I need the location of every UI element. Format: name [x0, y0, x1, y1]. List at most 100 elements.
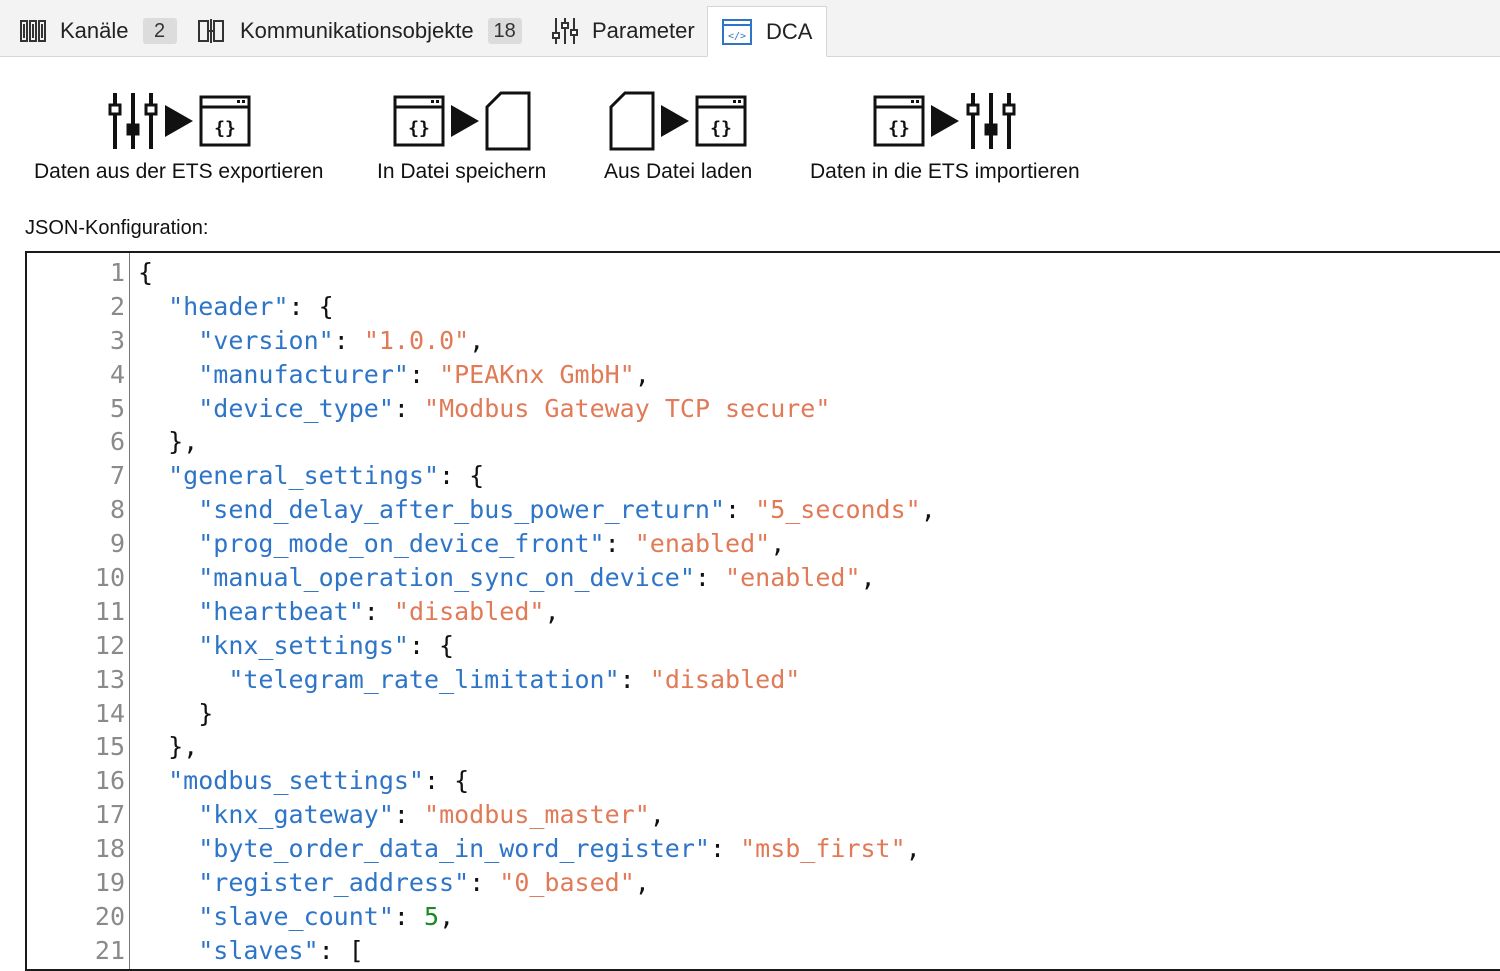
tab-label: DCA: [766, 18, 813, 44]
code-line: 20 "slave_count": 5,: [27, 900, 1500, 934]
sliders-icon: [552, 18, 578, 44]
communication-objects-icon: [198, 19, 224, 43]
svg-text:</>: </>: [728, 31, 746, 42]
code-line: 8 "send_delay_after_bus_power_return": "…: [27, 493, 1500, 527]
code-line: 14 }: [27, 697, 1500, 731]
export-from-ets-button[interactable]: {} Daten aus der ETS exportieren: [34, 88, 324, 184]
sliders-icon: [966, 93, 1016, 149]
line-number: 2: [109, 291, 125, 321]
toolbar-label: Daten in die ETS importieren: [810, 160, 1080, 183]
code-text: "telegram_rate_limitation": "disabled": [228, 664, 801, 694]
code-line: 3 "version": "1.0.0",: [27, 324, 1500, 358]
line-number: 11: [94, 596, 125, 626]
code-text: "general_settings": {: [168, 461, 485, 491]
code-text: },: [138, 732, 199, 762]
code-text: "knx_gateway": "modbus_master",: [198, 800, 665, 830]
line-number: 5: [109, 393, 125, 423]
play-arrow-icon: [450, 105, 479, 137]
code-line: 21 "slaves": [: [27, 934, 1500, 968]
play-arrow-icon: [661, 105, 690, 137]
code-line: 19 "register_address": "0_based",: [27, 866, 1500, 900]
toolbar-label: Daten aus der ETS exportieren: [34, 160, 324, 183]
tab-bar: Kanäle 2 Kommunikationsobjekte 18 Parame…: [0, 0, 1500, 57]
code-text: }: [138, 698, 214, 728]
count-badge: 18: [487, 18, 522, 44]
code-text: "slaves": [: [198, 935, 364, 965]
line-number: 21: [94, 935, 125, 965]
code-window-icon: {}: [393, 95, 445, 147]
code-text: },: [138, 427, 199, 457]
code-window-icon: </>: [722, 18, 752, 45]
line-number: 17: [94, 800, 125, 830]
tab-kanaele[interactable]: Kanäle 2: [20, 6, 177, 56]
tab-parameter[interactable]: Parameter: [552, 6, 695, 56]
load-from-file-button[interactable]: {} Aus Datei laden: [604, 88, 752, 184]
code-line: 18 "byte_order_data_in_word_register": "…: [27, 832, 1500, 866]
json-editor[interactable]: 1{2 "header": {3 "version": "1.0.0", 4 "m…: [25, 251, 1500, 971]
line-number: 4: [109, 359, 125, 389]
json-config-label: JSON-Konfiguration:: [25, 217, 209, 239]
code-line: 13 "telegram_rate_limitation": "disabled…: [27, 663, 1500, 697]
code-line: 10 "manual_operation_sync_on_device": "e…: [27, 561, 1500, 595]
svg-text:{}: {}: [408, 118, 430, 139]
code-text: "manual_operation_sync_on_device": "enab…: [198, 563, 876, 593]
channels-icon: [20, 20, 46, 42]
code-line: 4 "manufacturer": "PEAKnx GmbH",: [27, 358, 1500, 392]
code-line: 15 },: [27, 730, 1500, 764]
code-text: "heartbeat": "disabled",: [198, 596, 560, 626]
code-area[interactable]: 1{2 "header": {3 "version": "1.0.0", 4 "m…: [27, 256, 1500, 968]
play-arrow-icon: [164, 105, 193, 137]
line-number: 7: [109, 461, 125, 491]
line-number: 14: [94, 698, 125, 728]
code-text: "prog_mode_on_device_front": "enabled",: [198, 529, 786, 559]
line-number: 10: [94, 563, 125, 593]
code-line: 11 "heartbeat": "disabled",: [27, 595, 1500, 629]
line-number: 16: [94, 766, 125, 796]
tab-label: Kanäle: [60, 18, 129, 43]
import-into-ets-button[interactable]: {} Daten in die ETS importieren: [810, 88, 1080, 184]
save-to-file-button[interactable]: {} In Datei speichern: [377, 88, 546, 184]
svg-text:{}: {}: [710, 118, 732, 139]
code-text: "byte_order_data_in_word_register": "msb…: [198, 834, 921, 864]
toolbar-label: Aus Datei laden: [604, 160, 753, 183]
tab-label: Kommunikationsobjekte: [240, 18, 474, 43]
sliders-icon: [108, 93, 158, 149]
code-line: 16 "modbus_settings": {: [27, 764, 1500, 798]
code-text: "manufacturer": "PEAKnx GmbH",: [198, 359, 650, 389]
code-line: 6 },: [27, 425, 1500, 459]
code-text: "register_address": "0_based",: [198, 868, 650, 898]
code-line: 7 "general_settings": {: [27, 459, 1500, 493]
count-badge: 2: [142, 18, 177, 44]
code-text: "device_type": "Modbus Gateway TCP secur…: [198, 393, 831, 423]
svg-text:{}: {}: [888, 118, 910, 139]
file-icon: [609, 91, 655, 151]
code-text: "header": {: [168, 291, 334, 321]
code-text: "slave_count": 5,: [198, 901, 455, 931]
toolbar-label: In Datei speichern: [377, 160, 547, 183]
line-number: 19: [94, 868, 125, 898]
line-number: 3: [109, 325, 125, 355]
code-line: 17 "knx_gateway": "modbus_master",: [27, 798, 1500, 832]
code-line: 2 "header": {: [27, 290, 1500, 324]
line-number: 20: [94, 901, 125, 931]
line-number: 1: [109, 258, 125, 287]
tab-dca[interactable]: </> DCA: [707, 6, 828, 57]
code-line: 1{: [27, 256, 1500, 290]
line-number: 18: [94, 834, 125, 864]
code-text: "version": "1.0.0",: [198, 325, 485, 355]
code-text: {: [138, 258, 154, 287]
tab-label: Parameter: [592, 18, 695, 43]
tab-kommunikationsobjekte[interactable]: Kommunikationsobjekte 18: [198, 6, 522, 56]
code-text: "knx_settings": {: [198, 630, 455, 660]
svg-text:{}: {}: [214, 118, 236, 139]
code-text: "send_delay_after_bus_power_return": "5_…: [198, 495, 936, 525]
code-line: 5 "device_type": "Modbus Gateway TCP sec…: [27, 392, 1500, 426]
line-number: 12: [94, 630, 125, 660]
code-window-icon: {}: [873, 95, 925, 147]
code-text: "modbus_settings": {: [168, 766, 470, 796]
line-number: 6: [109, 427, 125, 457]
file-icon: [485, 91, 531, 151]
line-number: 15: [94, 732, 125, 762]
code-window-icon: {}: [695, 95, 747, 147]
line-number: 9: [109, 529, 125, 559]
